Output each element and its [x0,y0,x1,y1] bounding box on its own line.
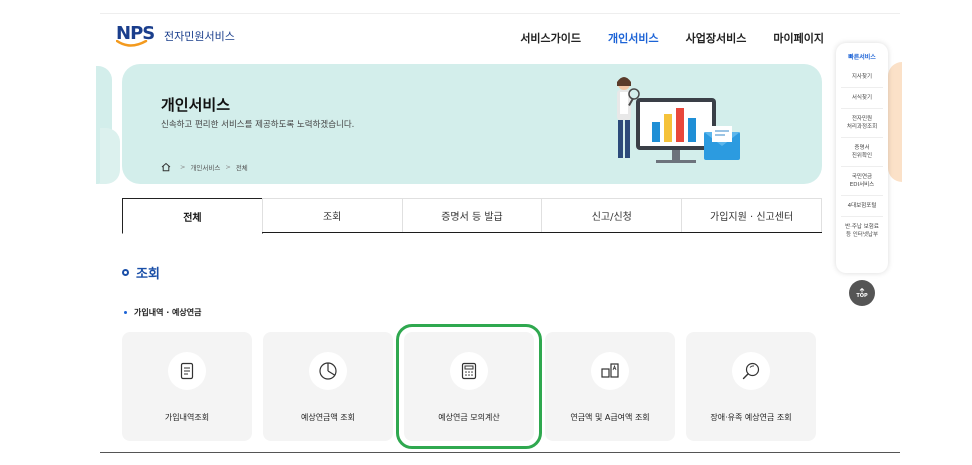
tab-all[interactable]: 전체 [122,198,263,234]
quick-item-certificate-verify[interactable]: 증명서진위확인 [841,137,883,166]
card-label: 예상연금액 조회 [300,413,356,422]
compare-amount-icon [601,363,619,378]
tab-inquiry[interactable]: 조회 [261,198,403,232]
quick-item-label: 진위확인 [851,153,873,159]
quick-item-civil-status[interactable]: 전자민원처리과정조회 [841,108,883,137]
card-icon-wrap [168,352,206,390]
card-icon-wrap [309,352,347,390]
quick-item-label: 증명서 [854,145,870,151]
magnifier-icon [742,362,760,380]
page-subtitle: 신속하고 편리한 서비스를 제공하도록 노력하겠습니다. [161,120,355,130]
breadcrumb-item-all: 전체 [235,164,248,172]
pie-chart-icon [319,362,337,380]
tab-join-support[interactable]: 가입지원 · 신고센터 [681,198,822,232]
card-pension-simulation[interactable]: 예상연금 모의계산 [396,324,542,449]
quick-item-label: EDI서비스 [849,182,875,188]
banner-deco-left-lower [100,128,120,184]
quick-item-branch-search[interactable]: 지사찾기 [841,67,883,87]
banner-illustration-icon [617,77,740,163]
bottom-divider [100,452,900,453]
quick-item-edi-service[interactable]: 국민연금 EDI서비스 [841,166,883,195]
card-icon-wrap [732,352,770,390]
calculator-icon [461,362,477,380]
page-banner: 개인서비스 신속하고 편리한 서비스를 제공하도록 노력하겠습니다. > 개인서… [122,64,822,184]
quick-item-label: 반·주납 보험료 [845,224,879,230]
breadcrumb-separator: > [180,163,186,171]
quick-item-label: 서식찾기 [851,95,873,101]
card-pension-a-benefit[interactable]: 연금액 및 A급여액 조회 [545,332,675,441]
card-label: 예상연금 모의계산 [438,413,500,422]
quick-item-label: 국민연금 [851,174,873,180]
section-subtitle: 가입내역 · 예상연금 [124,307,202,318]
quick-item-label: 4대보험포털 [847,203,877,209]
global-nav: 서비스가이드 개인서비스 사업장서비스 마이페이지 [493,30,824,46]
tab-report-apply[interactable]: 신고/신청 [541,198,683,232]
quick-item-form-search[interactable]: 서식찾기 [841,87,883,108]
quick-item-insurance-portal[interactable]: 4대보험포털 [841,195,883,216]
section-title: 조회 [122,263,160,282]
section-title-text: 조회 [136,267,160,282]
breadcrumb-separator: > [225,163,231,171]
document-list-icon [180,362,194,380]
site-header: NPS 전자민원서비스 서비스가이드 개인서비스 사업장서비스 마이페이지 [100,14,900,58]
card-label: 연금액 및 A급여액 조회 [570,413,650,422]
quick-service-list: 지사찾기 서식찾기 전자민원 처리과정조회 증명서 진위확인 국민연금 EDI서비스 … [836,67,888,245]
nav-item-mypage[interactable]: 마이페이지 [773,30,824,46]
section-bullet-icon [122,269,129,276]
quick-item-label: 지사찾기 [851,74,873,80]
logo-swoosh-icon [116,40,148,47]
page-title: 개인서비스 [161,96,231,114]
nav-item-service-guide[interactable]: 서비스가이드 [520,30,581,46]
quick-item-label: 전자민원 [851,116,873,122]
card-membership-history[interactable]: 가입내역조회 [122,332,252,441]
card-label: 장애·유족 예상연금 조회 [710,413,792,422]
card-disability-survivor-pension[interactable]: 장애·유족 예상연금 조회 [686,332,816,441]
logo[interactable]: NPS 전자민원서비스 [116,22,235,50]
breadcrumb-item-personal[interactable]: 개인서비스 [190,162,220,172]
card-label: 가입내역조회 [164,413,210,422]
card-icon-wrap [591,352,629,390]
tab-certificates[interactable]: 증명서 등 발급 [401,198,543,232]
quick-item-label: 등 인터넷납부 [845,232,879,238]
quick-item-internet-payment[interactable]: 반·주납 보험료등 인터넷납부 [841,216,883,245]
card-expected-pension[interactable]: 예상연금액 조회 [263,332,393,441]
service-card-list: 가입내역조회 예상연금액 조회 예상연금 모의계산 연금액 및 A급여액 조회 … [122,324,827,449]
home-icon[interactable] [161,162,171,172]
category-tabs: 전체 조회 증명서 등 발급 신고/신청 가입지원 · 신고센터 [122,198,822,234]
section-subtitle-text: 가입내역 · 예상연금 [134,308,202,317]
quick-item-label: 처리과정조회 [846,124,878,130]
nav-item-business-service[interactable]: 사업장서비스 [686,30,747,46]
scroll-top-label: TOP [856,292,868,299]
breadcrumb: > 개인서비스 > 전체 [161,162,248,172]
nps-logo-mark: NPS [116,22,162,50]
quick-service-title: 빠른서비스 [848,54,876,61]
logo-text: 전자민원서비스 [164,30,235,43]
quick-service-panel: 빠른서비스 지사찾기 서식찾기 전자민원처리과정조회 증명서진위확인 국민연금 E… [836,43,888,273]
nav-item-personal-service[interactable]: 개인서비스 [608,30,659,46]
subtitle-bullet-icon [124,311,127,314]
scroll-top-button[interactable]: TOP [849,280,875,306]
card-icon-wrap [450,352,488,390]
banner-deco-right [888,62,902,182]
